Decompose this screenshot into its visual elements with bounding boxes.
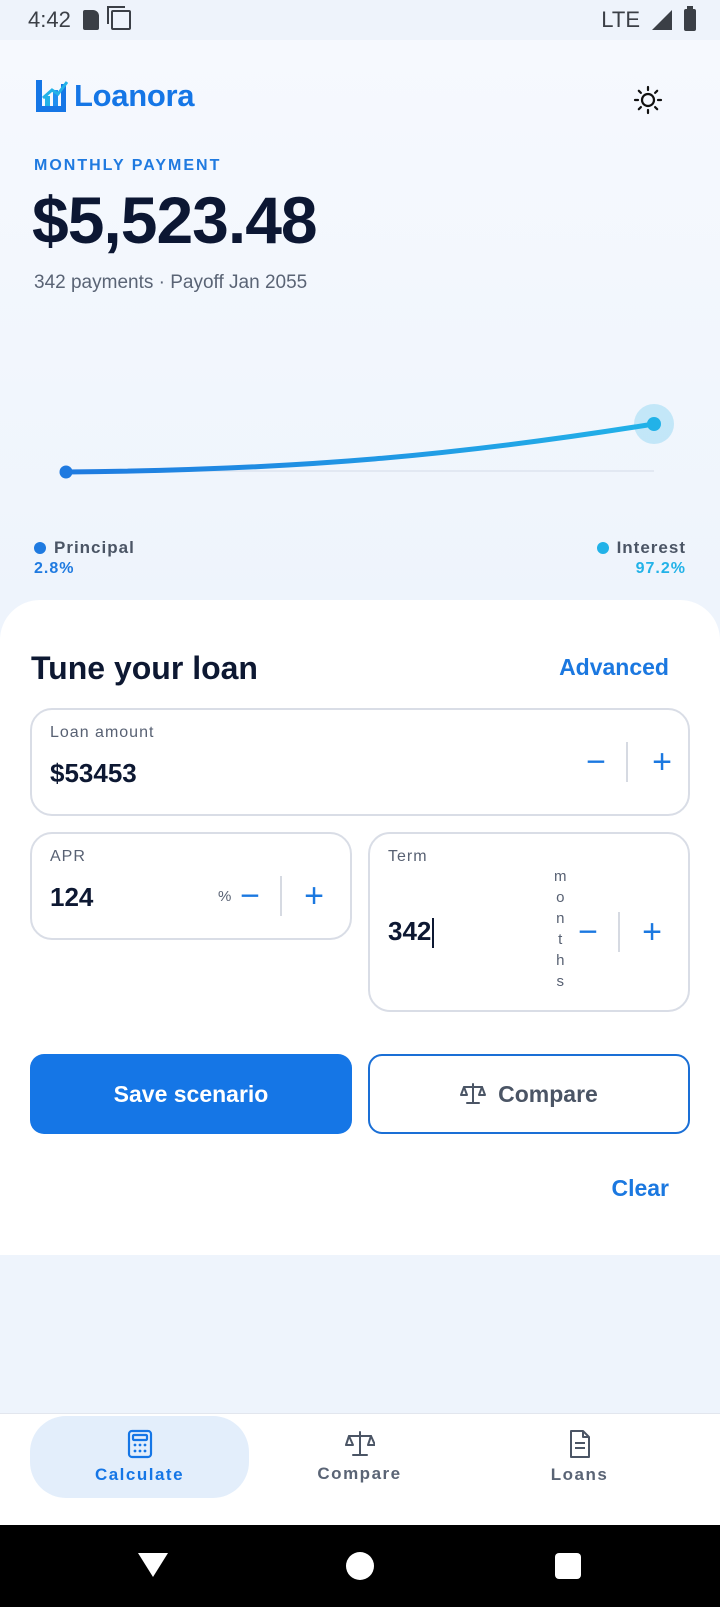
recents-icon[interactable] — [555, 1553, 581, 1579]
term-unit: m o n t h s — [554, 868, 567, 990]
calculator-icon — [127, 1429, 152, 1459]
scale-icon — [460, 1083, 487, 1104]
status-bar: 4:42 LTE — [0, 0, 720, 40]
logo-mark-icon — [36, 80, 68, 112]
principal-value: 2.8% — [34, 560, 75, 577]
currency-prefix: $ — [50, 758, 65, 788]
scale-icon — [344, 1431, 375, 1456]
principal-dot-icon — [34, 542, 46, 554]
battery-icon — [684, 6, 696, 31]
interest-label: Interest — [616, 538, 686, 557]
summary-eyebrow: MONTHLY PAYMENT — [34, 157, 222, 174]
loan-amount-increment-button[interactable]: + — [642, 742, 682, 782]
chart-curve — [63, 421, 657, 475]
payment-summary: Loanora MONTHLY PAYMENT $5,523.48 342 pa… — [0, 40, 720, 620]
tune-loan-sheet: Tune your loan Advanced Loan amount $534… — [0, 600, 720, 1255]
loan-amount-value: 53453 — [64, 758, 137, 788]
term-unit-letter: m — [554, 868, 567, 885]
apr-input[interactable]: 124 — [50, 882, 93, 913]
term-field[interactable]: Term 342 m o n t h s − + — [368, 832, 690, 1012]
sd-card-icon — [82, 10, 99, 30]
chart-start-point — [59, 465, 73, 479]
bottom-navigation: Calculate Compare Loans — [0, 1413, 720, 1525]
term-unit-letter: n — [556, 910, 565, 927]
term-value: 342 — [388, 916, 432, 946]
theme-toggle-button[interactable] — [628, 80, 668, 120]
legend-principal: Principal 2.8% — [34, 538, 135, 578]
screenshot-icon — [106, 6, 131, 30]
term-unit-letter: s — [556, 973, 565, 990]
network-type: LTE — [601, 7, 640, 32]
chart-end-point[interactable] — [647, 417, 661, 431]
compare-button[interactable]: Compare — [368, 1054, 690, 1134]
status-time: 4:42 — [28, 7, 71, 32]
sun-icon — [633, 85, 663, 115]
principal-label: Principal — [54, 538, 135, 557]
interest-dot-icon — [596, 542, 609, 554]
loan-amount-field[interactable]: Loan amount $53453 − + — [30, 708, 690, 816]
back-icon[interactable] — [138, 1553, 168, 1577]
stepper-divider — [280, 876, 282, 916]
nav-compare-label: Compare — [317, 1464, 402, 1483]
interest-value: 97.2% — [635, 560, 686, 577]
term-decrement-button[interactable]: − — [568, 912, 608, 952]
loan-amount-decrement-button[interactable]: − — [576, 742, 616, 782]
save-scenario-button[interactable]: Save scenario — [30, 1054, 352, 1134]
term-unit-letter: t — [558, 931, 563, 948]
compare-button-label: Compare — [498, 1080, 598, 1107]
monthly-payment-amount: $5,523.48 — [32, 183, 318, 257]
nav-calculate[interactable]: Calculate — [30, 1416, 249, 1498]
text-cursor — [432, 918, 435, 949]
apr-decrement-button[interactable]: − — [230, 876, 270, 916]
apr-label: APR — [50, 848, 86, 865]
nav-compare[interactable]: Compare — [250, 1416, 469, 1498]
apr-field[interactable]: APR 124 % − + — [30, 832, 352, 940]
stepper-divider — [618, 912, 620, 952]
signal-icon — [652, 10, 672, 30]
document-icon — [569, 1430, 590, 1458]
sheet-title: Tune your loan — [31, 650, 258, 686]
loan-amount-label: Loan amount — [50, 724, 155, 741]
nav-calculate-label: Calculate — [94, 1465, 185, 1484]
app-logo: Loanora — [34, 78, 195, 114]
term-label: Term — [388, 848, 428, 865]
nav-loans[interactable]: Loans — [470, 1416, 689, 1498]
apr-increment-button[interactable]: + — [294, 876, 334, 916]
advanced-button[interactable]: Advanced — [559, 654, 669, 681]
app-name: Loanora — [74, 78, 195, 113]
home-icon[interactable] — [346, 1552, 374, 1580]
balance-curve-chart — [59, 404, 674, 479]
term-increment-button[interactable]: + — [632, 912, 672, 952]
stepper-divider — [626, 742, 628, 782]
clear-button[interactable]: Clear — [611, 1175, 669, 1202]
term-unit-letter: o — [556, 889, 565, 906]
system-navigation-bar — [0, 1525, 720, 1607]
loan-amount-input[interactable]: $53453 — [50, 758, 137, 789]
payment-subline: 342 payments · Payoff Jan 2055 — [34, 272, 308, 293]
term-unit-letter: h — [556, 952, 565, 969]
legend-interest: Interest 97.2% — [596, 538, 686, 578]
nav-loans-label: Loans — [550, 1465, 609, 1484]
term-input[interactable]: 342 — [388, 916, 435, 949]
